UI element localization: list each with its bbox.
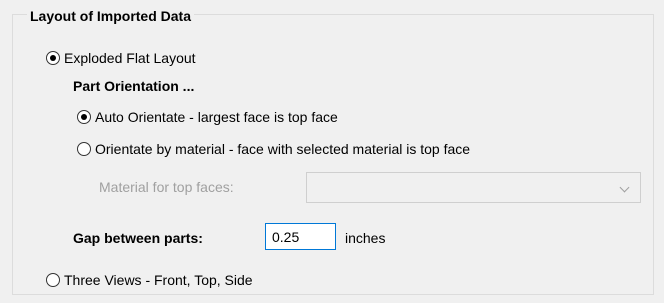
three-views-radio[interactable] — [46, 273, 60, 287]
orientate-by-material-option[interactable]: Orientate by material - face with select… — [77, 139, 470, 159]
orientate-by-material-radio[interactable] — [77, 142, 91, 156]
group-title: Layout of Imported Data — [27, 6, 195, 26]
auto-orientate-option[interactable]: Auto Orientate - largest face is top fac… — [77, 107, 338, 127]
exploded-layout-radio[interactable] — [46, 51, 60, 65]
exploded-layout-option[interactable]: Exploded Flat Layout — [46, 48, 196, 68]
auto-orientate-radio[interactable] — [77, 110, 91, 124]
part-orientation-heading: Part Orientation ... — [73, 78, 195, 94]
material-top-faces-dropdown[interactable] — [306, 172, 641, 203]
gap-between-parts-label: Gap between parts: — [73, 230, 203, 246]
three-views-option[interactable]: Three Views - Front, Top, Side — [46, 270, 253, 290]
orientate-by-material-label: Orientate by material - face with select… — [95, 141, 471, 157]
material-top-faces-label: Material for top faces: — [99, 179, 234, 195]
exploded-layout-label: Exploded Flat Layout — [64, 50, 196, 66]
gap-between-parts-input[interactable] — [265, 223, 336, 250]
three-views-label: Three Views - Front, Top, Side — [64, 272, 253, 288]
gap-unit-label: inches — [345, 230, 386, 246]
auto-orientate-label: Auto Orientate - largest face is top fac… — [95, 109, 338, 125]
chevron-down-icon[interactable] — [619, 182, 630, 193]
